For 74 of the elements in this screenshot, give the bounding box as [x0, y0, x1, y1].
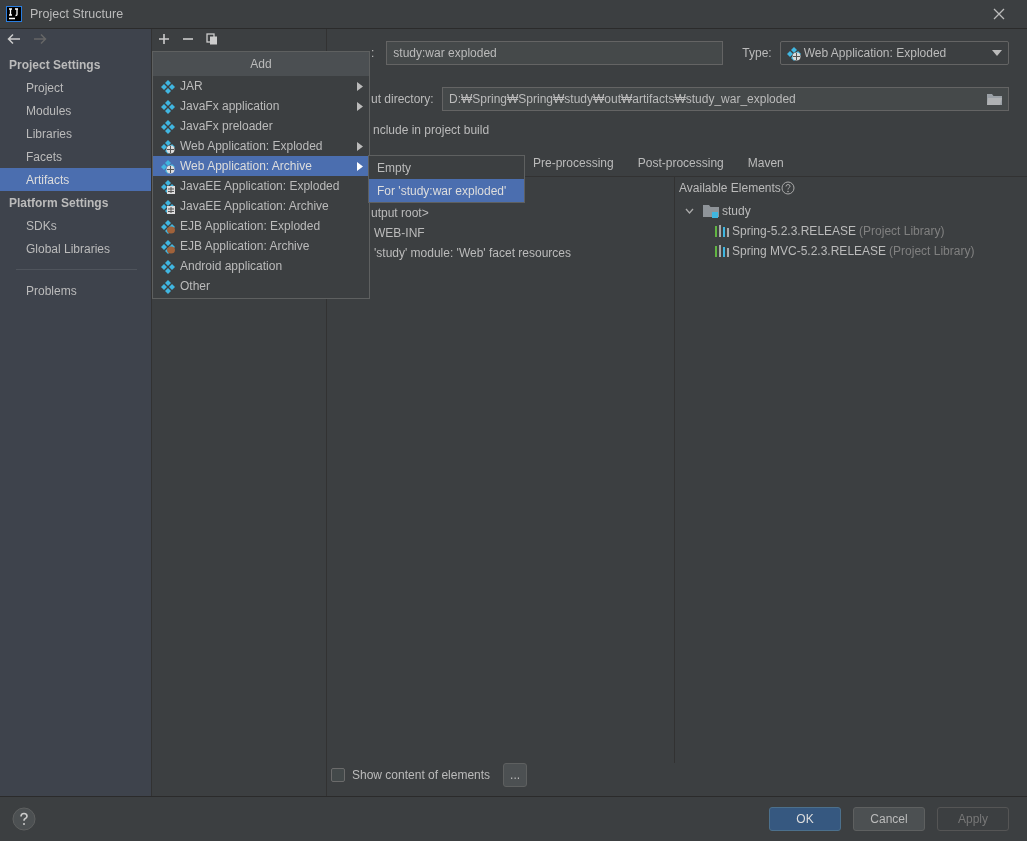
- bean-module-icon: [161, 218, 175, 234]
- tree-item[interactable]: 'study' module: 'Web' facet resources: [374, 243, 572, 263]
- module-icon: [161, 118, 175, 134]
- library-icon: [715, 245, 729, 257]
- sidebar-item[interactable]: Libraries: [0, 122, 151, 145]
- back-arrow-icon[interactable]: [7, 33, 21, 45]
- copy-icon[interactable]: [206, 33, 218, 45]
- folder-icon: [703, 204, 719, 218]
- checkbox[interactable]: [331, 768, 345, 782]
- name-field[interactable]: study:war exploded: [386, 41, 724, 65]
- section-heading: Platform Settings: [8, 194, 110, 212]
- sidebar-item[interactable]: Artifacts: [0, 168, 151, 191]
- dialog-button[interactable]: Cancel: [853, 807, 925, 831]
- web-module-icon: [161, 158, 175, 174]
- library-note: (Project Library): [859, 223, 945, 240]
- sidebar-item[interactable]: SDKs: [0, 214, 151, 237]
- module-icon: [161, 258, 175, 274]
- sidebar-item[interactable]: Global Libraries: [0, 237, 151, 260]
- dropdown-arrow-icon: [991, 50, 1002, 56]
- help-icon[interactable]: [12, 807, 36, 831]
- menu-item[interactable]: Other: [153, 276, 369, 296]
- tree-item[interactable]: utput root>: [371, 203, 429, 223]
- window-title: Project Structure: [30, 5, 124, 23]
- sidebar-item[interactable]: Project: [0, 76, 151, 99]
- tab[interactable]: Maven: [735, 150, 796, 176]
- web-module-icon: [161, 138, 175, 154]
- menu-item[interactable]: JavaEE Application: Archive: [153, 196, 369, 216]
- dialog-button[interactable]: OK: [769, 807, 841, 831]
- module-icon: [161, 278, 175, 294]
- section-heading: Project Settings: [8, 56, 102, 74]
- tab[interactable]: Post-processing: [625, 150, 736, 176]
- help-icon: [780, 181, 795, 195]
- menu-item[interactable]: EJB Application: Archive: [153, 236, 369, 256]
- folder-icon: [987, 93, 1002, 105]
- menu-item[interactable]: JAR: [153, 76, 369, 96]
- panel-title: Available Elements: [679, 180, 781, 197]
- module-icon: [161, 78, 175, 94]
- tree-item[interactable]: Spring-5.2.3.RELEASE: [732, 222, 857, 240]
- menu-item[interactable]: JavaFx application: [153, 96, 369, 116]
- javaee-module-icon: [161, 198, 175, 214]
- tree-item[interactable]: Spring MVC-5.2.3.RELEASE: [732, 242, 887, 260]
- tree-item[interactable]: WEB-INF: [374, 223, 425, 243]
- menu-item[interactable]: EJB Application: Exploded: [153, 216, 369, 236]
- app-logo-icon: [6, 6, 22, 22]
- sidebar-item[interactable]: Problems: [0, 279, 151, 302]
- browse-button[interactable]: ...: [503, 763, 528, 787]
- sidebar-item[interactable]: Facets: [0, 145, 151, 168]
- menu-item[interactable]: Android application: [153, 256, 369, 276]
- field-label: Type:: [742, 45, 772, 62]
- library-icon: [715, 225, 729, 237]
- field-label: ut directory:: [371, 91, 435, 108]
- web-module-icon: [786, 45, 801, 61]
- bean-module-icon: [161, 238, 175, 254]
- checkbox-label: nclude in project build: [373, 122, 491, 139]
- type-dropdown[interactable]: Web Application: Exploded: [779, 41, 1009, 65]
- menu-item[interactable]: Web Application: Archive: [153, 156, 369, 176]
- tree-item[interactable]: study: [722, 202, 751, 220]
- checkbox-label: Show content of elements: [352, 767, 491, 784]
- menu-title: Add: [153, 52, 369, 76]
- menu-item[interactable]: Web Application: Exploded: [153, 136, 369, 156]
- sidebar-item[interactable]: Modules: [0, 99, 151, 122]
- library-note: (Project Library): [889, 243, 975, 260]
- add-icon[interactable]: [158, 33, 170, 45]
- javaee-module-icon: [161, 178, 175, 194]
- field-label: :: [371, 45, 375, 62]
- chevron-down-icon[interactable]: [685, 208, 694, 214]
- directory-field[interactable]: D:₩Spring₩Spring₩study₩out₩artifacts₩study_war_exploded: [442, 87, 1009, 111]
- menu-item[interactable]: JavaEE Application: Exploded: [153, 176, 369, 196]
- menu-item[interactable]: Empty: [369, 156, 524, 179]
- close-icon[interactable]: [993, 8, 1005, 20]
- menu-item[interactable]: JavaFx preloader: [153, 116, 369, 136]
- menu-item[interactable]: For 'study:war exploded': [369, 179, 524, 202]
- tab[interactable]: Pre-processing: [521, 150, 626, 176]
- module-icon: [161, 98, 175, 114]
